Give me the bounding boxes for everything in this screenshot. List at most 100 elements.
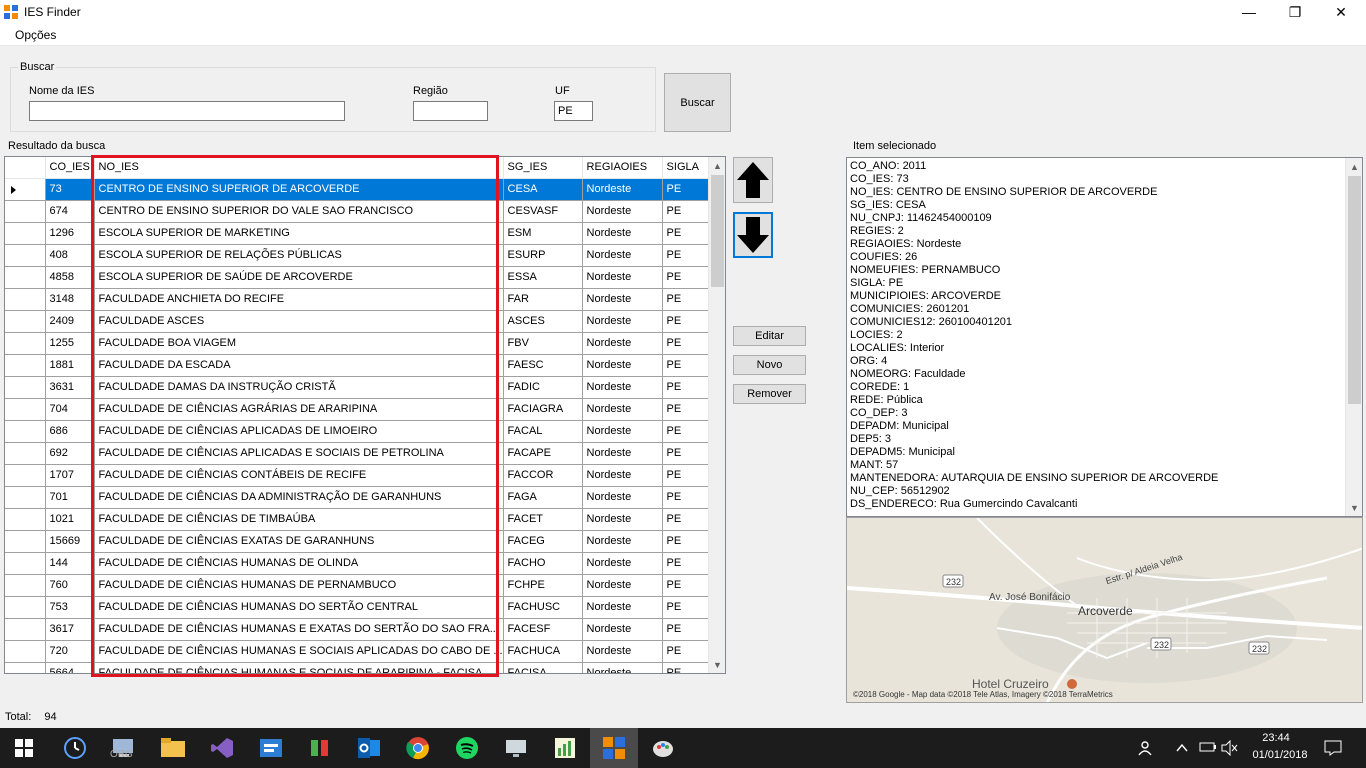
cell-sigla[interactable]: PE xyxy=(662,574,713,597)
cell-co-ies[interactable]: 73 xyxy=(45,178,95,201)
cell-sg-ies[interactable]: FACAPE xyxy=(503,442,583,465)
cell-co-ies[interactable]: 3617 xyxy=(45,618,95,641)
cell-sigla[interactable]: PE xyxy=(662,310,713,333)
table-row[interactable]: 674 CENTRO DE ENSINO SUPERIOR DO VALE SAO… xyxy=(5,200,713,223)
cell-co-ies[interactable]: 144 xyxy=(45,552,95,575)
row-header[interactable] xyxy=(5,618,46,641)
maximize-button[interactable]: ❐ xyxy=(1272,0,1318,24)
taskbar-app-vcard[interactable] xyxy=(247,728,295,768)
table-row[interactable]: 1296 ESCOLA SUPERIOR DE MARKETING ESM Norde… xyxy=(5,222,713,245)
edit-button[interactable]: Editar xyxy=(733,326,806,346)
remove-button[interactable]: Remover xyxy=(733,384,806,404)
cell-no-ies[interactable]: FACULDADE DAMAS DA INSTRUÇÃO CRISTÃ xyxy=(94,376,504,399)
column-header-no-ies[interactable]: NO_IES xyxy=(94,157,504,179)
cell-co-ies[interactable]: 674 xyxy=(45,200,95,223)
battery-icon[interactable] xyxy=(1199,741,1217,756)
column-header-co-ies[interactable]: CO_IES xyxy=(45,157,95,179)
clock-time[interactable]: 23:44 xyxy=(1247,732,1305,744)
cell-co-ies[interactable]: 760 xyxy=(45,574,95,597)
cell-sg-ies[interactable]: FACCOR xyxy=(503,464,583,487)
row-header[interactable] xyxy=(5,596,46,619)
row-header[interactable] xyxy=(5,244,46,267)
cell-no-ies[interactable]: ESCOLA SUPERIOR DE MARKETING xyxy=(94,222,504,245)
taskbar-app-monitor[interactable] xyxy=(492,728,540,768)
menu-options[interactable]: Opções xyxy=(15,28,56,42)
cell-co-ies[interactable]: 3631 xyxy=(45,376,95,399)
cell-co-ies[interactable]: 1255 xyxy=(45,332,95,355)
cell-no-ies[interactable]: CENTRO DE ENSINO SUPERIOR DE ARCOVERDE xyxy=(94,178,504,201)
cell-sigla[interactable]: PE xyxy=(662,200,713,223)
cell-sigla[interactable]: PE xyxy=(662,464,713,487)
cell-co-ies[interactable]: 692 xyxy=(45,442,95,465)
cell-co-ies[interactable]: 701 xyxy=(45,486,95,509)
cell-sigla[interactable]: PE xyxy=(662,420,713,443)
cell-sigla[interactable]: PE xyxy=(662,618,713,641)
table-row[interactable]: 1707 FACULDADE DE CIÊNCIAS CONTÁBEIS DE R… xyxy=(5,464,713,487)
cell-sg-ies[interactable]: FACHO xyxy=(503,552,583,575)
cell-sigla[interactable]: PE xyxy=(662,222,713,245)
table-row[interactable]: 73 CENTRO DE ENSINO SUPERIOR DE ARCOVERDE… xyxy=(5,178,713,201)
taskbar-app-tool[interactable] xyxy=(296,728,344,768)
cell-regiaoies[interactable]: Nordeste xyxy=(582,332,663,355)
row-header[interactable] xyxy=(5,486,46,509)
chevron-up-icon[interactable] xyxy=(1175,741,1189,758)
cell-sigla[interactable]: PE xyxy=(662,508,713,531)
people-icon[interactable] xyxy=(1138,740,1154,759)
scroll-thumb[interactable] xyxy=(1348,176,1361,404)
cell-no-ies[interactable]: FACULDADE DE CIÊNCIAS EXATAS DE GARANHUN… xyxy=(94,530,504,553)
cell-no-ies[interactable]: FACULDADE DE CIÊNCIAS HUMANAS E SOCIAIS … xyxy=(94,662,504,673)
cell-sg-ies[interactable]: FACESF xyxy=(503,618,583,641)
row-header[interactable] xyxy=(5,310,46,333)
location-map[interactable]: 232 232 232 Av. José Bonifácio Estr. p/ … xyxy=(846,517,1363,703)
cell-co-ies[interactable]: 1296 xyxy=(45,222,95,245)
cell-regiaoies[interactable]: Nordeste xyxy=(582,662,663,673)
row-header[interactable] xyxy=(5,200,46,223)
cell-regiaoies[interactable]: Nordeste xyxy=(582,530,663,553)
cell-no-ies[interactable]: ESCOLA SUPERIOR DE SAÚDE DE ARCOVERDE xyxy=(94,266,504,289)
close-button[interactable]: ✕ xyxy=(1318,0,1364,24)
row-header[interactable] xyxy=(5,640,46,663)
clock-app-button[interactable] xyxy=(51,728,99,768)
table-row[interactable]: 1255 FACULDADE BOA VIAGEM FBV Nordeste PE xyxy=(5,332,713,355)
clock-date[interactable]: 01/01/2018 xyxy=(1247,749,1313,761)
chrome-button[interactable] xyxy=(394,728,442,768)
cell-sg-ies[interactable]: FACAL xyxy=(503,420,583,443)
cell-regiaoies[interactable]: Nordeste xyxy=(582,464,663,487)
cell-no-ies[interactable]: FACULDADE DE CIÊNCIAS HUMANAS E EXATAS D… xyxy=(94,618,504,641)
cell-sigla[interactable]: PE xyxy=(662,288,713,311)
column-header-sigla[interactable]: SIGLA xyxy=(662,157,713,179)
row-header[interactable] xyxy=(5,354,46,377)
cell-sg-ies[interactable]: ESM xyxy=(503,222,583,245)
cell-sg-ies[interactable]: FACEG xyxy=(503,530,583,553)
paint-button[interactable] xyxy=(639,728,687,768)
cell-sg-ies[interactable]: CESA xyxy=(503,178,583,201)
cell-sg-ies[interactable]: FACHUSC xyxy=(503,596,583,619)
cell-regiaoies[interactable]: Nordeste xyxy=(582,354,663,377)
cell-co-ies[interactable]: 5664 xyxy=(45,662,95,673)
visual-studio-button[interactable] xyxy=(198,728,246,768)
cell-sigla[interactable]: PE xyxy=(662,662,713,673)
cell-sg-ies[interactable]: FACISA xyxy=(503,662,583,673)
cell-regiaoies[interactable]: Nordeste xyxy=(582,376,663,399)
row-header[interactable] xyxy=(5,398,46,421)
cell-regiaoies[interactable]: Nordeste xyxy=(582,178,663,201)
cell-regiaoies[interactable]: Nordeste xyxy=(582,596,663,619)
cell-regiaoies[interactable]: Nordeste xyxy=(582,266,663,289)
cell-regiaoies[interactable]: Nordeste xyxy=(582,310,663,333)
cell-no-ies[interactable]: FACULDADE DE CIÊNCIAS HUMANAS E SOCIAIS … xyxy=(94,640,504,663)
cell-sg-ies[interactable]: FACHUCA xyxy=(503,640,583,663)
cell-co-ies[interactable]: 753 xyxy=(45,596,95,619)
move-down-button[interactable] xyxy=(733,212,773,258)
outlook-button[interactable] xyxy=(345,728,393,768)
scroll-up-icon[interactable]: ▲ xyxy=(709,157,725,174)
cell-sg-ies[interactable]: FAGA xyxy=(503,486,583,509)
cell-sigla[interactable]: PE xyxy=(662,266,713,289)
cell-sg-ies[interactable]: CESVASF xyxy=(503,200,583,223)
table-row[interactable]: 1881 FACULDADE DA ESCADA FAESC Nordeste PE xyxy=(5,354,713,377)
table-row[interactable]: 686 FACULDADE DE CIÊNCIAS APLICADAS DE LI… xyxy=(5,420,713,443)
table-row[interactable]: 720 FACULDADE DE CIÊNCIAS HUMANAS E SOCIA… xyxy=(5,640,713,663)
table-row[interactable]: 760 FACULDADE DE CIÊNCIAS HUMANAS DE PERN… xyxy=(5,574,713,597)
ies-finder-taskbar-button[interactable] xyxy=(590,728,638,768)
cell-no-ies[interactable]: ESCOLA SUPERIOR DE RELAÇÕES PÚBLICAS xyxy=(94,244,504,267)
cell-regiaoies[interactable]: Nordeste xyxy=(582,618,663,641)
